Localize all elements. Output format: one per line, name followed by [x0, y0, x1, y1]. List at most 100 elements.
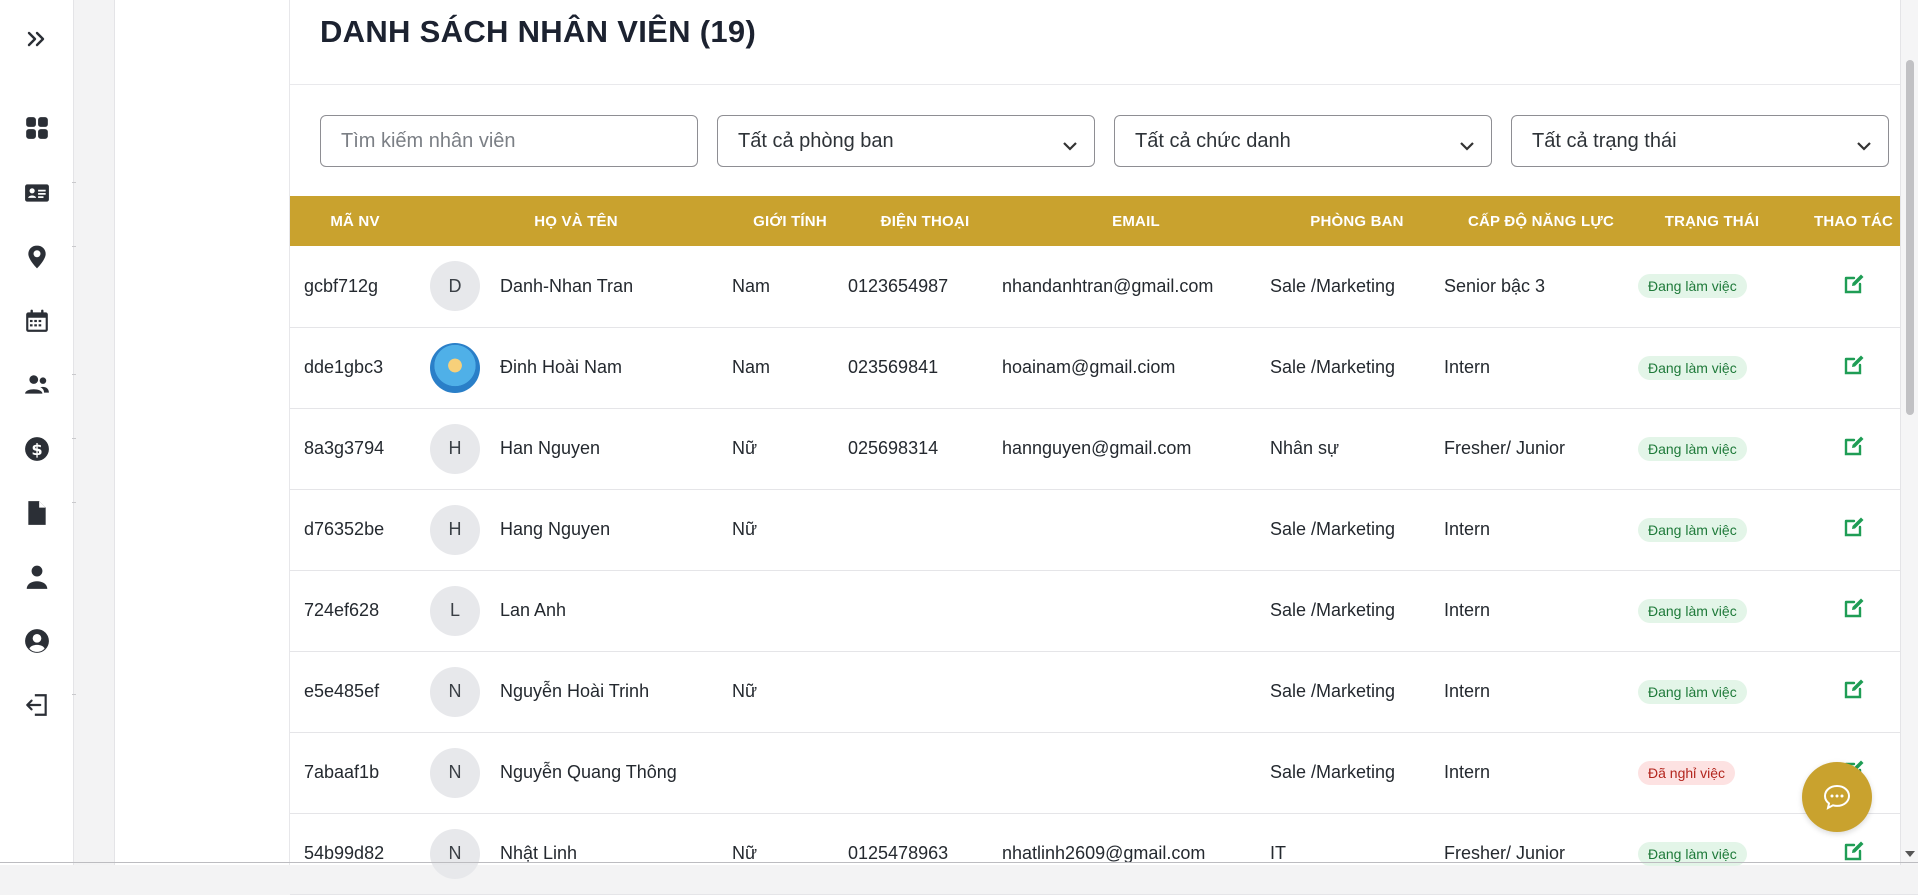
employee-department: Sale /Marketing: [1270, 275, 1396, 296]
search-input[interactable]: Tìm kiếm nhân viên: [320, 115, 698, 167]
employee-phone: 0125478963: [848, 843, 949, 863]
employee-department: Sale /Marketing: [1270, 600, 1396, 620]
employee-name: Đinh Hoài Nam: [500, 357, 623, 377]
avatar: N: [430, 666, 480, 717]
employee-department: Sale /Marketing: [1270, 519, 1396, 539]
dollar-icon[interactable]: $: [22, 434, 52, 464]
status-badge: Đang làm việc: [1638, 679, 1747, 704]
department-select-value: Tất cả phòng ban: [738, 129, 894, 152]
employee-email: [1002, 732, 1270, 813]
employee-gender: Nữ: [732, 438, 758, 458]
employee-gender: Nữ: [732, 843, 758, 863]
status-badge: Đang làm việc: [1638, 517, 1747, 542]
edit-icon[interactable]: [1842, 274, 1866, 300]
position-select-value: Tất cả chức danh: [1135, 129, 1291, 152]
status-badge: Đã nghỉ việc: [1638, 760, 1736, 785]
employee-name: Nhật Linh: [500, 843, 578, 863]
vertical-scrollbar[interactable]: [1900, 0, 1918, 865]
employee-gender: [732, 570, 848, 651]
edit-icon[interactable]: [1842, 598, 1866, 624]
status-select[interactable]: Tất cả trạng thái: [1511, 115, 1889, 167]
employee-department: Nhân sự: [1270, 438, 1340, 458]
status-badge: Đang làm việc: [1638, 274, 1747, 299]
employee-table: MÃ NV HỌ VÀ TÊN GIỚI TÍNH ĐIỆN THOẠI EMA…: [290, 196, 1918, 895]
employee-email: hannguyen@gmail.com: [1002, 438, 1192, 458]
employee-gender: Nam: [732, 357, 771, 377]
employee-phone: [848, 489, 1002, 570]
employee-phone: 025698314: [848, 438, 939, 458]
header-status: TRẠNG THÁI: [1664, 212, 1760, 230]
employee-name: Han Nguyen: [500, 438, 601, 458]
table-row: d76352be H Hang Nguyen Nữ Sale /Marketing Int…: [290, 489, 1918, 570]
chevron-down-icon: [1856, 134, 1871, 151]
main-content: DANH SÁCH NHÂN VIÊN (19) Tìm kiếm nhân v…: [114, 0, 1918, 894]
employee-id: 54b99d82: [304, 843, 385, 863]
employee-email: nhandanhtran@gmail.com: [1002, 275, 1214, 296]
id-card-icon[interactable]: [22, 178, 52, 208]
employee-email: hoainam@gmail.ciom: [1002, 357, 1176, 377]
edit-icon[interactable]: [1842, 679, 1866, 705]
document-icon[interactable]: [22, 498, 52, 528]
table-row: 7abaaf1b N Nguyễn Quang Thông Sale /Marketi…: [290, 732, 1918, 813]
employee-name: Danh-Nhan Tran: [500, 275, 634, 296]
employee-level: Intern: [1444, 600, 1491, 620]
employee-phone: 0123654987: [848, 275, 949, 296]
edit-icon[interactable]: [1842, 355, 1866, 381]
employee-id: 724ef628: [304, 600, 380, 620]
employee-level: Intern: [1444, 681, 1491, 701]
edit-icon[interactable]: [1842, 436, 1866, 462]
expand-sidebar-icon[interactable]: [22, 26, 52, 52]
header-action: THAO TÁC: [1813, 212, 1894, 230]
edit-icon[interactable]: [1842, 517, 1866, 543]
employee-gender: Nữ: [732, 681, 758, 701]
employee-level: Fresher/ Junior: [1444, 438, 1566, 458]
table-header-row: MÃ NV HỌ VÀ TÊN GIỚI TÍNH ĐIỆN THOẠI EMA…: [290, 196, 1918, 246]
employee-phone: [848, 651, 1002, 732]
user-icon[interactable]: [22, 562, 52, 592]
employee-department: Sale /Marketing: [1270, 357, 1396, 377]
avatar: L: [430, 585, 480, 636]
dashboard-icon[interactable]: [22, 113, 52, 143]
header-id: MÃ NV: [330, 212, 380, 230]
chat-button[interactable]: [1802, 762, 1872, 832]
scrollbar-thumb[interactable]: [1906, 60, 1914, 415]
scroll-down-arrow[interactable]: [1905, 851, 1915, 857]
department-select[interactable]: Tất cả phòng ban: [717, 115, 1095, 167]
employee-level: Senior bậc 3: [1444, 275, 1546, 296]
status-badge: Đang làm việc: [1638, 436, 1747, 461]
employee-name: Lan Anh: [500, 600, 567, 620]
svg-text:$: $: [31, 440, 42, 459]
table-row: gcbf712g D Danh-Nhan Tran Nam 0123654987 nhan…: [290, 246, 1918, 327]
avatar: D: [430, 261, 480, 312]
employee-id: dde1gbc3: [304, 357, 384, 377]
status-badge: Đang làm việc: [1638, 598, 1747, 623]
chevron-down-icon: [1459, 134, 1474, 151]
employee-level: Intern: [1444, 357, 1491, 377]
employee-phone: 023569841: [848, 357, 939, 377]
sidebar: $: [0, 0, 76, 865]
user-circle-icon[interactable]: [22, 626, 52, 656]
status-badge: Đang làm việc: [1638, 355, 1747, 380]
employee-level: Fresher/ Junior: [1444, 843, 1566, 863]
calendar-icon[interactable]: [22, 306, 52, 336]
position-select[interactable]: Tất cả chức danh: [1114, 115, 1492, 167]
page-title: DANH SÁCH NHÂN VIÊN (19): [320, 14, 757, 49]
employee-gender: Nam: [732, 275, 771, 296]
employee-list-card: DANH SÁCH NHÂN VIÊN (19) Tìm kiếm nhân v…: [289, 0, 1918, 894]
users-icon[interactable]: [22, 370, 52, 400]
edit-icon[interactable]: [1842, 841, 1866, 867]
avatar: H: [430, 423, 480, 474]
employee-gender: Nữ: [732, 519, 758, 539]
location-pin-icon[interactable]: [22, 242, 52, 272]
employee-email: [1002, 651, 1270, 732]
avatar: N: [430, 747, 480, 798]
chevron-down-icon: [1062, 134, 1077, 151]
table-row: e5e485ef N Nguyễn Hoài Trinh Nữ Sale /Market…: [290, 651, 1918, 732]
avatar: N: [430, 828, 480, 879]
employee-department: Sale /Marketing: [1270, 681, 1396, 701]
table-row: 54b99d82 N Nhật Linh Nữ 0125478963 nhatlinh26…: [290, 813, 1918, 894]
logout-icon[interactable]: [22, 690, 52, 720]
header-department: PHÒNG BAN: [1310, 212, 1404, 230]
avatar: [430, 342, 480, 393]
search-placeholder: Tìm kiếm nhân viên: [341, 129, 516, 152]
